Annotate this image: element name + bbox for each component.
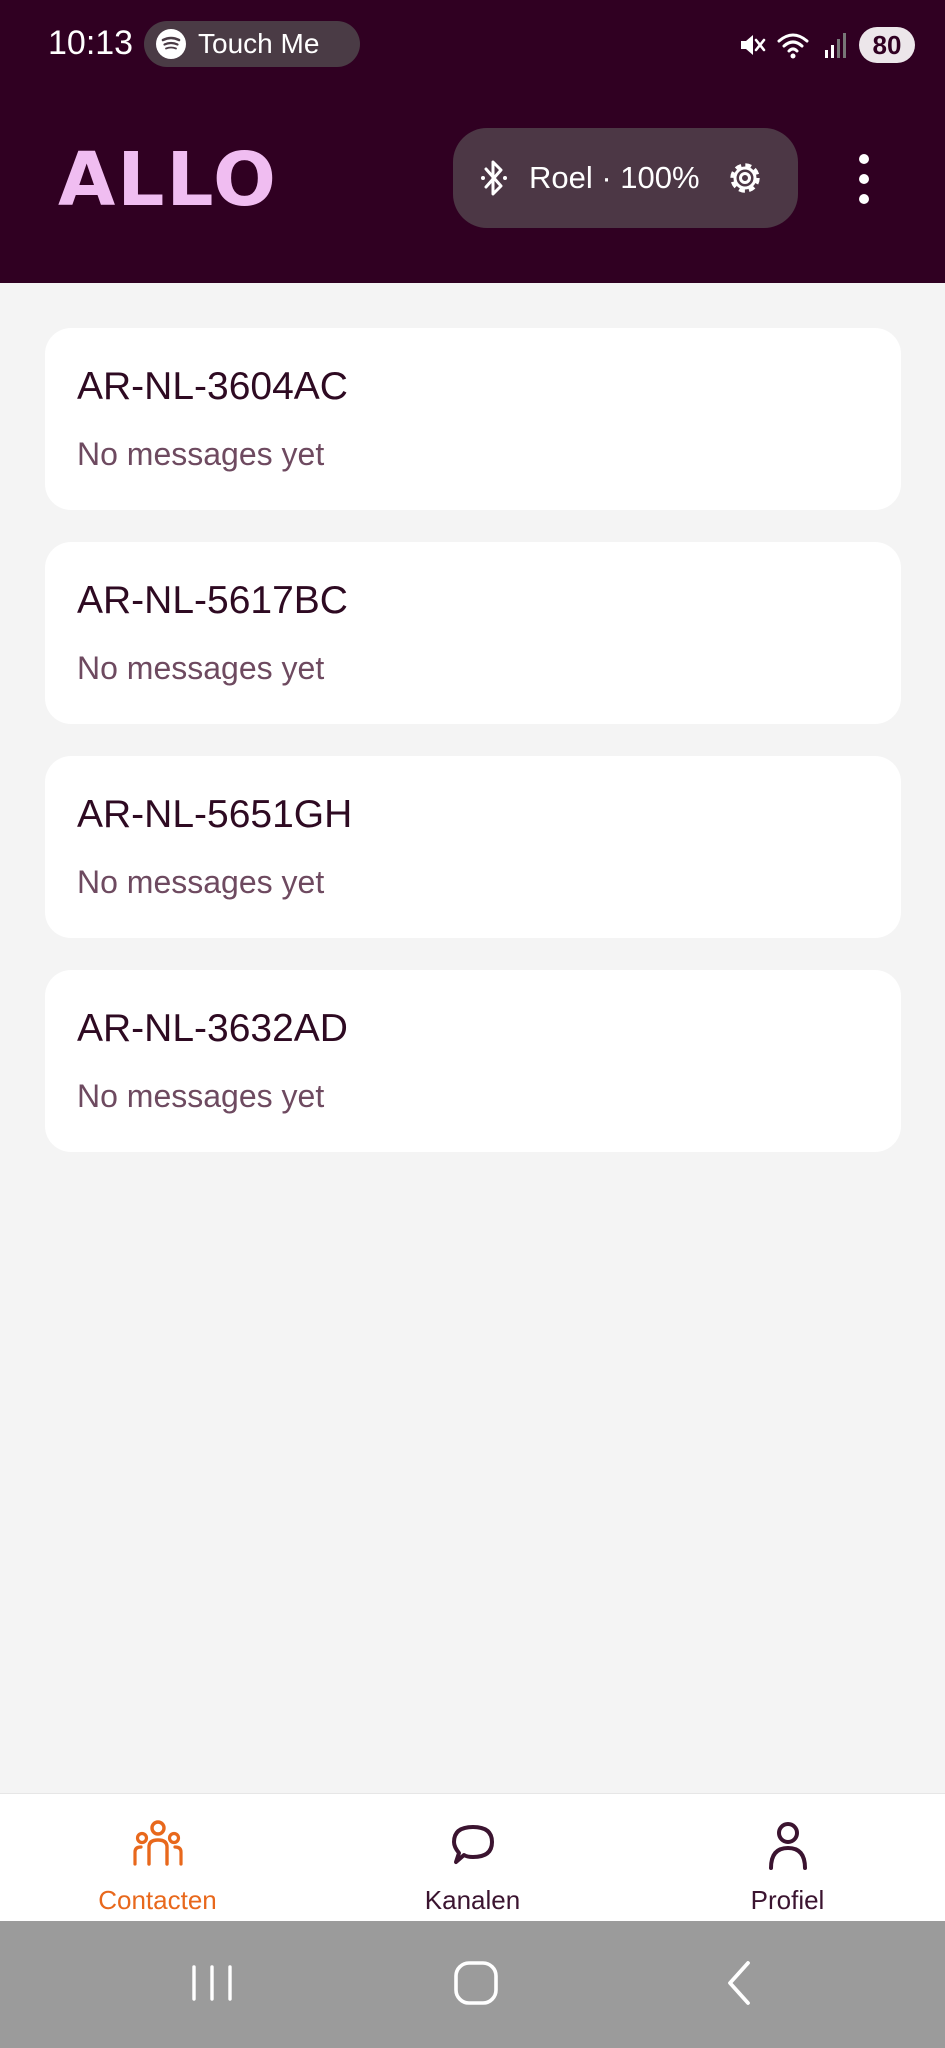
contact-card[interactable]: AR-NL-3604AC No messages yet: [45, 328, 901, 510]
settings-gear-icon[interactable]: [724, 157, 766, 199]
mute-icon: [741, 35, 766, 55]
signal-icon: [825, 33, 846, 58]
spotify-icon: [156, 29, 186, 59]
bottom-navigation: Contacten Kanalen Profiel: [0, 1793, 945, 1921]
status-icons: 80: [737, 24, 915, 66]
contact-name: AR-NL-3632AD: [77, 1007, 348, 1050]
contact-card[interactable]: AR-NL-5651GH No messages yet: [45, 756, 901, 938]
people-icon: [132, 1820, 183, 1866]
contact-name: AR-NL-5651GH: [77, 793, 353, 836]
back-icon[interactable]: [710, 1951, 770, 2015]
contact-name: AR-NL-3604AC: [77, 365, 348, 408]
contact-message-preview: No messages yet: [77, 650, 325, 686]
app-header: 10:13 Touch Me 80 ALLO Roel · 100%: [0, 0, 945, 283]
nav-tab-profiel[interactable]: Profiel: [630, 1794, 945, 1922]
contact-card[interactable]: AR-NL-3632AD No messages yet: [45, 970, 901, 1152]
wifi-icon: [777, 33, 809, 59]
contact-message-preview: No messages yet: [77, 1078, 325, 1114]
home-icon[interactable]: [446, 1951, 506, 2015]
status-bar: 10:13 Touch Me 80: [0, 0, 945, 90]
recents-icon[interactable]: [182, 1951, 242, 2015]
nav-label: Kanalen: [424, 1885, 521, 1915]
device-status-chip[interactable]: Roel · 100%: [453, 128, 798, 228]
nav-label: Profiel: [750, 1885, 825, 1915]
contact-card[interactable]: AR-NL-5617BC No messages yet: [45, 542, 901, 724]
contact-message-preview: No messages yet: [77, 864, 325, 900]
chat-bubble-icon: [451, 1825, 494, 1864]
battery-indicator: 80: [859, 27, 915, 63]
nav-tab-contacten[interactable]: Contacten: [0, 1794, 315, 1922]
status-time: 10:13: [48, 24, 134, 62]
system-navigation-bar: [0, 1921, 945, 2048]
contact-list: AR-NL-3604AC No messages yet AR-NL-5617B…: [45, 328, 901, 1184]
more-options-icon[interactable]: [846, 154, 882, 204]
contact-message-preview: No messages yet: [77, 436, 325, 472]
allo-logo: ALLO: [58, 137, 278, 223]
nav-tab-kanalen[interactable]: Kanalen: [315, 1794, 630, 1922]
nav-label: Contacten: [98, 1885, 217, 1915]
media-title: Touch Me: [198, 28, 320, 59]
media-playback-chip[interactable]: Touch Me: [144, 21, 360, 67]
device-label: Roel · 100%: [529, 160, 700, 195]
person-icon: [768, 1822, 807, 1870]
bluetooth-icon: [481, 160, 507, 196]
contact-name: AR-NL-5617BC: [77, 579, 348, 622]
